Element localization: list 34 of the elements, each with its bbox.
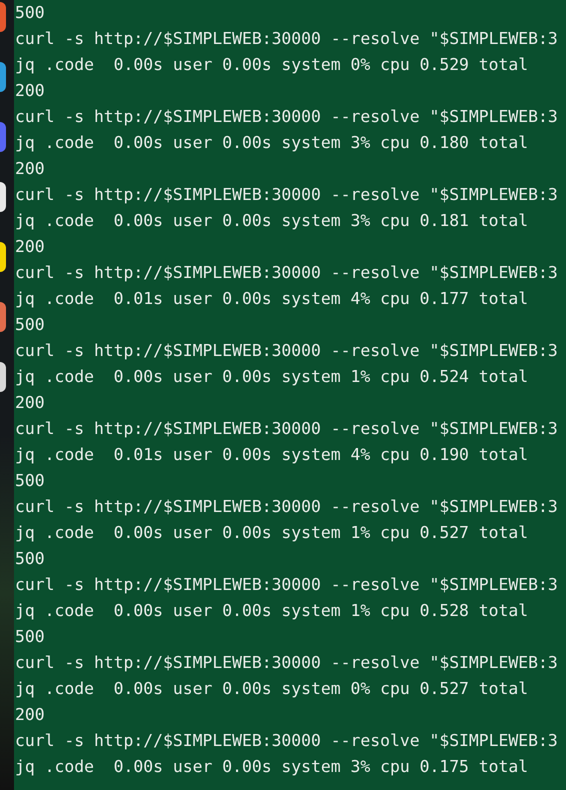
terminal-line: curl -s http://$SIMPLEWEB:30000 --resolve "$SIMPLEWEB:3 <box>15 184 558 206</box>
terminal-line: jq .code 0.01s user 0.00s system 4% cpu 0.177 total <box>15 288 528 310</box>
app-icon[interactable] <box>0 182 6 212</box>
terminal-line: jq .code 0.00s user 0.00s system 0% cpu 0.529 total <box>15 54 528 76</box>
terminal-line: curl -s http://$SIMPLEWEB:30000 --resolve "$SIMPLEWEB:3 <box>15 340 558 362</box>
terminal-line: 200 <box>15 236 45 258</box>
terminal-line: jq .code 0.00s user 0.00s system 0% cpu 0.527 total <box>15 678 528 700</box>
terminal-line: jq .code 0.01s user 0.00s system 4% cpu 0.190 total <box>15 444 528 466</box>
terminal-line: curl -s http://$SIMPLEWEB:30000 --resolve "$SIMPLEWEB:3 <box>15 574 558 596</box>
terminal-line: 200 <box>15 80 45 102</box>
terminal-line: 500 <box>15 314 45 336</box>
terminal-line: curl -s http://$SIMPLEWEB:30000 --resolve "$SIMPLEWEB:3 <box>15 652 558 674</box>
terminal-line: curl -s http://$SIMPLEWEB:30000 --resolve "$SIMPLEWEB:3 <box>15 262 558 284</box>
terminal-line: curl -s http://$SIMPLEWEB:30000 --resolve "$SIMPLEWEB:3 <box>15 106 558 128</box>
terminal-line: jq .code 0.00s user 0.00s system 1% cpu 0.527 total <box>15 522 528 544</box>
terminal-line: jq .code 0.00s user 0.00s system 3% cpu 0.175 total <box>15 756 528 778</box>
terminal-line: 200 <box>15 392 45 414</box>
terminal-line: 200 <box>15 704 45 726</box>
app-icon[interactable] <box>0 362 6 392</box>
terminal-line: curl -s http://$SIMPLEWEB:30000 --resolve "$SIMPLEWEB:3 <box>15 496 558 518</box>
terminal-line: 500 <box>15 626 45 648</box>
terminal-line: 500 <box>15 548 45 570</box>
terminal-line: jq .code 0.00s user 0.00s system 1% cpu 0.528 total <box>15 600 528 622</box>
app-icon[interactable] <box>0 242 6 272</box>
terminal-line: curl -s http://$SIMPLEWEB:30000 --resolve "$SIMPLEWEB:3 <box>15 28 558 50</box>
terminal-line: 200 <box>15 158 45 180</box>
terminal-line: 500 <box>15 2 45 24</box>
terminal-line: jq .code 0.00s user 0.00s system 1% cpu 0.524 total <box>15 366 528 388</box>
terminal-line: 500 <box>15 470 45 492</box>
terminal-line: jq .code 0.00s user 0.00s system 3% cpu 0.181 total <box>15 210 528 232</box>
app-icon[interactable] <box>0 62 6 92</box>
terminal-line: jq .code 0.00s user 0.00s system 3% cpu 0.180 total <box>15 132 528 154</box>
terminal-line: curl -s http://$SIMPLEWEB:30000 --resolve "$SIMPLEWEB:3 <box>15 418 558 440</box>
terminal-line: curl -s http://$SIMPLEWEB:30000 --resolve "$SIMPLEWEB:3 <box>15 730 558 752</box>
